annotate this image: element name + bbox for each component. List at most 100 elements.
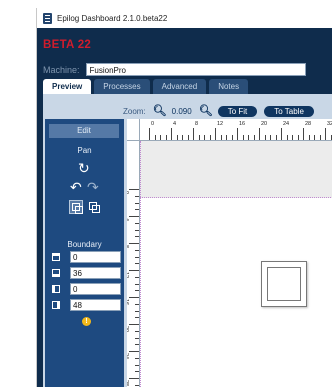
horizontal-ruler: 0 4 8 12 16 20 24 28 32 bbox=[139, 119, 332, 141]
epilog-dashboard-window: Epilog Dashboard 2.1.0.beta22 BETA 22 Ma… bbox=[36, 8, 332, 387]
ungroup-icon[interactable] bbox=[87, 200, 101, 214]
ruler-v-tick bbox=[129, 216, 139, 217]
ruler-v-label: 24 bbox=[127, 353, 129, 360]
ruler-h-tick bbox=[281, 128, 282, 140]
window-title: Epilog Dashboard 2.1.0.beta22 bbox=[57, 13, 168, 23]
redo-icon[interactable]: ↷ bbox=[87, 180, 99, 194]
ruler-v-tick bbox=[135, 364, 139, 366]
group-icon[interactable] bbox=[69, 200, 83, 214]
ruler-v-label: 0 bbox=[127, 191, 129, 194]
tab-bar: Preview Processes Advanced Notes bbox=[43, 79, 249, 94]
boundary-title: Boundary bbox=[67, 240, 102, 249]
machine-select[interactable]: FusionPro bbox=[85, 63, 306, 76]
ruler-h-tick bbox=[286, 135, 288, 140]
ruler-v-tick bbox=[135, 263, 139, 265]
to-table-button[interactable]: To Table bbox=[264, 105, 314, 117]
boundary-left-row: 0 bbox=[52, 283, 121, 295]
ruler-h-tick bbox=[275, 135, 277, 140]
ruler-v-tick bbox=[135, 249, 139, 251]
ruler-v-tick bbox=[135, 202, 139, 204]
tab-advanced[interactable]: Advanced bbox=[152, 79, 207, 94]
ruler-h-tick bbox=[193, 128, 194, 140]
zoom-label: Zoom: bbox=[123, 106, 146, 116]
boundary-right-field[interactable]: 48 bbox=[70, 299, 121, 311]
ruler-h-tick bbox=[215, 128, 216, 140]
tab-preview[interactable]: Preview bbox=[43, 79, 92, 94]
ruler-v-tick bbox=[135, 276, 139, 278]
zoom-in-icon[interactable]: 🔍︎ bbox=[199, 105, 213, 117]
ruler-h-tick bbox=[171, 128, 172, 140]
boundary-left-field[interactable]: 0 bbox=[70, 283, 121, 295]
ruler-v-tick bbox=[135, 371, 139, 373]
ruler-v-label: 12 bbox=[127, 272, 129, 279]
boundary-bottom-icon bbox=[52, 269, 60, 277]
ruler-v-tick bbox=[129, 351, 139, 352]
ruler-h-tick bbox=[264, 135, 266, 140]
pan-button[interactable]: Pan bbox=[45, 146, 124, 155]
ruler-v-tick bbox=[135, 330, 139, 332]
vertical-ruler: 0 4 8 12 16 20 24 28 bbox=[127, 119, 140, 387]
warning-icon[interactable]: ! bbox=[82, 317, 91, 326]
boundary-top-field[interactable]: 0 bbox=[70, 251, 121, 263]
ruler-h-tick bbox=[231, 135, 233, 140]
boundary-top-row: 0 bbox=[52, 251, 121, 263]
refresh-icon[interactable]: ↻ bbox=[78, 161, 90, 175]
ruler-h-tick bbox=[248, 135, 249, 140]
ruler-h-tick bbox=[292, 135, 293, 140]
ruler-h-tick bbox=[319, 135, 321, 140]
ruler-h-tick bbox=[259, 128, 260, 140]
preview-canvas[interactable]: 0 4 8 12 16 20 24 28 32 0 4 8 12 16 20 24 28 bbox=[127, 119, 332, 387]
boundary-bottom-field[interactable]: 36 bbox=[70, 267, 121, 279]
ruler-h-tick bbox=[270, 135, 271, 140]
zoom-out-icon[interactable]: 🔍︎ bbox=[153, 105, 167, 117]
zoom-value[interactable]: 0.090 bbox=[172, 107, 192, 116]
ruler-v-tick bbox=[135, 222, 139, 224]
ruler-v-tick bbox=[135, 317, 139, 319]
ruler-v-label: 16 bbox=[127, 299, 129, 306]
boundary-right-row: 48 bbox=[52, 299, 121, 311]
ruler-h-label: 20 bbox=[261, 121, 268, 127]
ruler-v-tick bbox=[129, 378, 139, 379]
ruler-v-tick bbox=[129, 297, 139, 298]
ruler-h-label: 4 bbox=[173, 121, 177, 127]
ruler-v-tick bbox=[135, 337, 139, 339]
boundary-right-icon bbox=[52, 301, 60, 309]
ruler-h-label: 24 bbox=[283, 121, 290, 127]
ruler-h-label: 28 bbox=[305, 121, 312, 127]
beta-label: BETA 22 bbox=[43, 39, 92, 51]
tab-processes[interactable]: Processes bbox=[94, 79, 150, 94]
artwork-inner-square bbox=[267, 267, 301, 301]
machine-row: Machine: FusionPro bbox=[43, 63, 306, 76]
ruler-h-tick bbox=[165, 135, 167, 140]
ruler-v-tick bbox=[135, 195, 139, 197]
ruler-h-tick bbox=[220, 135, 222, 140]
ruler-v-tick bbox=[135, 303, 139, 305]
boundary-top-icon bbox=[52, 253, 60, 261]
ruler-h-tick bbox=[242, 135, 244, 140]
tab-notes[interactable]: Notes bbox=[209, 79, 249, 94]
to-fit-button[interactable]: To Fit bbox=[217, 105, 258, 117]
ruler-h-tick bbox=[182, 135, 183, 140]
ruler-h-tick bbox=[237, 128, 238, 140]
edit-button[interactable]: Edit bbox=[49, 124, 119, 138]
ruler-v-tick bbox=[135, 256, 139, 258]
ruler-h-tick bbox=[176, 135, 178, 140]
ruler-h-tick bbox=[314, 135, 315, 140]
ruler-h-tick bbox=[330, 135, 332, 140]
epilog-app-icon bbox=[43, 12, 52, 24]
ruler-v-tick bbox=[135, 344, 139, 346]
boundary-left-icon bbox=[52, 285, 60, 293]
undo-icon[interactable]: ↶ bbox=[70, 180, 82, 194]
ruler-h-label: 8 bbox=[195, 121, 199, 127]
artwork-square-frame[interactable] bbox=[261, 261, 307, 307]
ruler-h-tick bbox=[198, 135, 200, 140]
ruler-v-tick bbox=[135, 283, 139, 285]
boundary-bottom-row: 36 bbox=[52, 267, 121, 279]
ruler-h-tick bbox=[209, 135, 211, 140]
machine-label: Machine: bbox=[43, 64, 80, 75]
ruler-v-tick bbox=[135, 290, 139, 292]
ruler-h-tick bbox=[308, 135, 310, 140]
zoom-toolbar: Zoom: 🔍︎ 0.090 🔍︎ To Fit To Table bbox=[123, 105, 314, 117]
ruler-h-label: 0 bbox=[151, 121, 155, 127]
ruler-v-tick bbox=[135, 310, 139, 312]
